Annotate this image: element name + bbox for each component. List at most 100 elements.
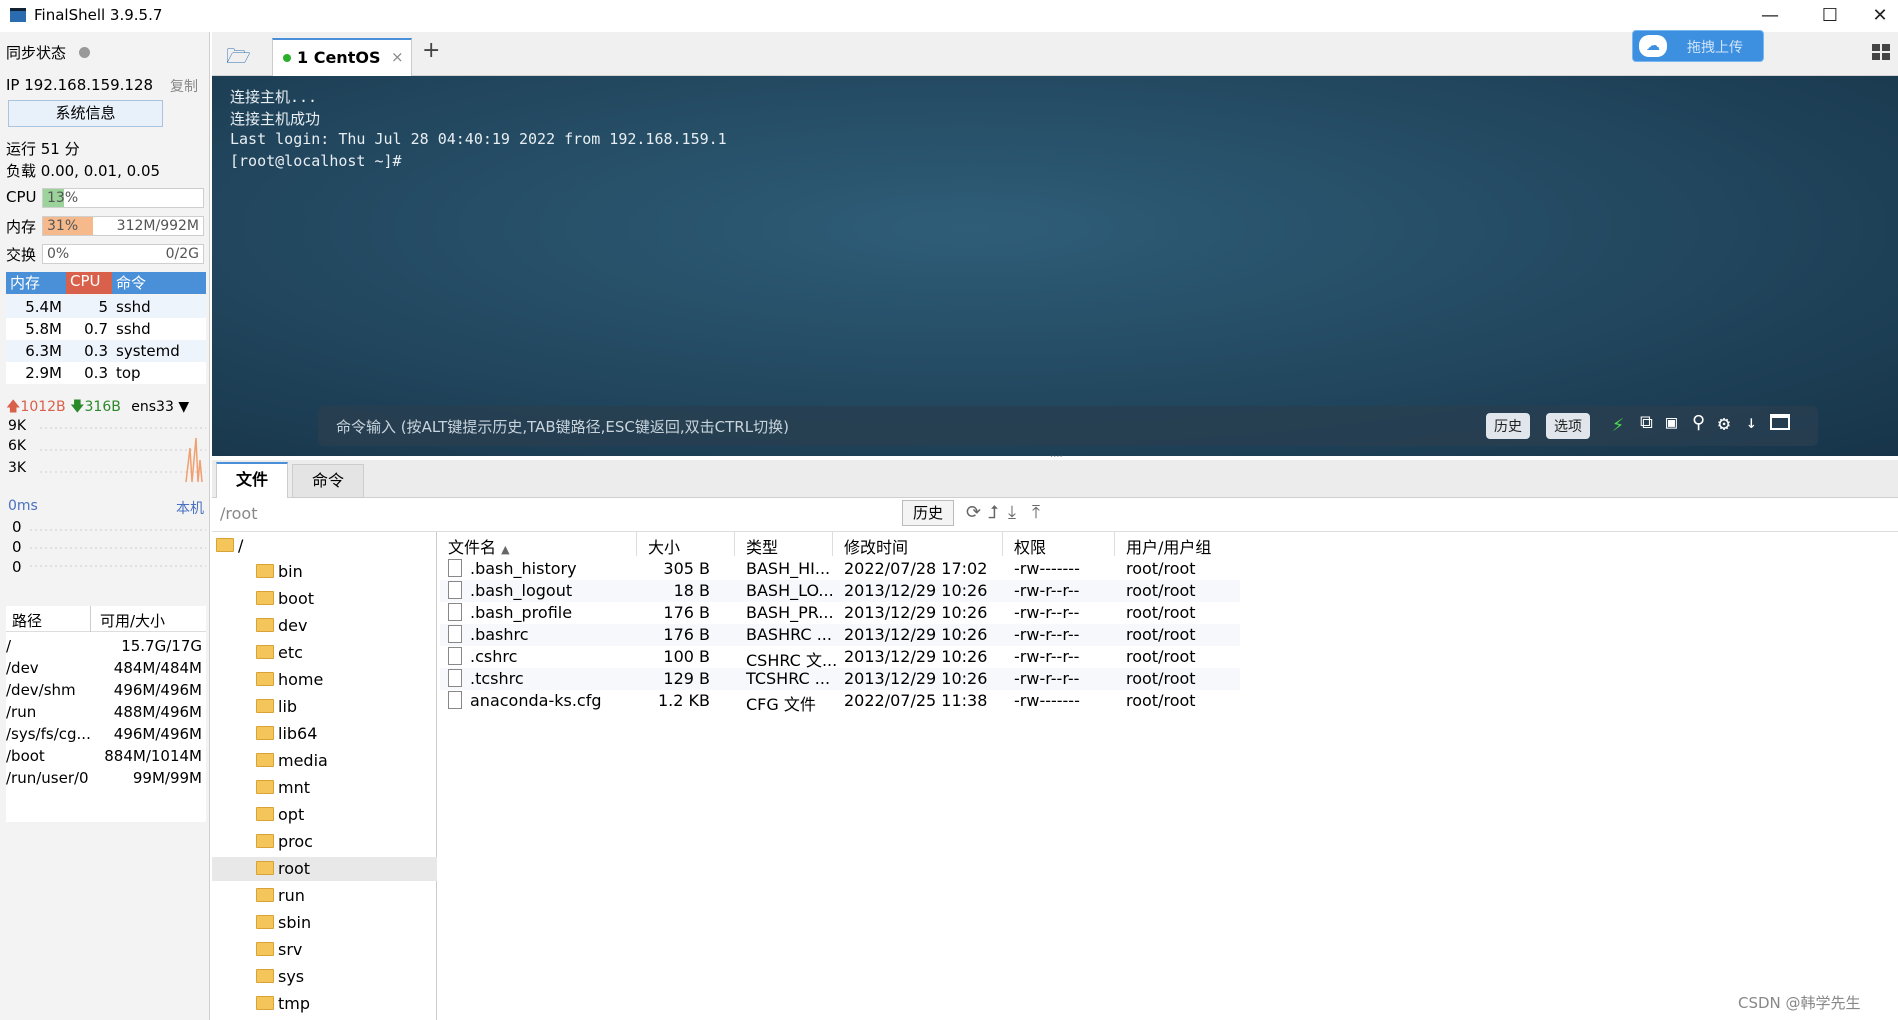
file-name: .tcshrc [470, 669, 524, 688]
tree-item[interactable]: opt [242, 803, 437, 827]
system-info-button[interactable]: 系统信息 [8, 100, 163, 127]
file-type: BASH_PR... [746, 603, 834, 622]
col-perm[interactable]: 权限 [1014, 534, 1046, 558]
minimize-button[interactable]: — [1750, 4, 1790, 28]
proc-col-cmd[interactable]: 命令 [112, 272, 206, 294]
upload-icon[interactable]: ⤒ [1032, 502, 1040, 523]
tree-item[interactable]: srv [242, 938, 437, 962]
disk-row[interactable]: /run 488M/496M [6, 702, 206, 724]
tab-close-icon[interactable]: × [391, 48, 404, 66]
history-button[interactable]: 历史 [1486, 413, 1530, 439]
tab-files[interactable]: 文件 [216, 462, 288, 498]
proc-col-mem[interactable]: 内存 [6, 272, 66, 294]
path-input[interactable]: /root [220, 504, 257, 523]
refresh-icon[interactable]: ⟳ [966, 502, 981, 523]
gear-icon[interactable]: ⚙ [1718, 411, 1730, 435]
tree-item[interactable]: bin [242, 560, 437, 584]
arrow-down-icon[interactable]: ↓ [1746, 412, 1757, 433]
tree-item[interactable]: mnt [242, 776, 437, 800]
maximize-button[interactable]: ☐ [1810, 4, 1850, 28]
proc-cpu: 5 [98, 298, 108, 316]
col-owner[interactable]: 用户/用户组 [1126, 534, 1211, 558]
disk-row[interactable]: /run/user/0 99M/99M [6, 768, 206, 790]
copy-ip-button[interactable]: 复制 [170, 76, 198, 96]
disk-row[interactable]: /dev/shm 496M/496M [6, 680, 206, 702]
path-history-button[interactable]: 历史 [902, 500, 954, 526]
window-icon[interactable] [1770, 414, 1790, 430]
directory-tree: / bin boot dev etc home lib lib64 media … [212, 532, 437, 1020]
disk-row[interactable]: /dev 484M/484M [6, 658, 206, 680]
tree-item[interactable]: dev [242, 614, 437, 638]
file-row[interactable]: .tcshrc 129 B TCSHRC ... 2013/12/29 10:26 -r… [440, 668, 1240, 690]
tree-item[interactable]: home [242, 668, 437, 692]
disk-row[interactable]: /sys/fs/cg... 496M/496M [6, 724, 206, 746]
proc-cmd: systemd [116, 342, 180, 360]
tree-item[interactable]: etc [242, 641, 437, 665]
file-mtime: 2013/12/29 10:26 [844, 647, 988, 666]
tab-commands[interactable]: 命令 [292, 464, 364, 498]
lightning-icon[interactable]: ⚡ [1612, 412, 1624, 436]
tree-label: etc [278, 643, 303, 662]
download-icon[interactable]: ⤓ [1008, 502, 1016, 523]
tree-item[interactable]: sbin [242, 911, 437, 935]
tree-item[interactable]: boot [242, 587, 437, 611]
proc-col-cpu[interactable]: CPU [66, 272, 112, 294]
tree-item[interactable]: tmp [242, 992, 437, 1016]
file-icon [448, 603, 462, 621]
net-interface[interactable]: ens33 [131, 399, 174, 415]
file-mtime: 2022/07/28 17:02 [844, 559, 988, 578]
process-row[interactable]: 2.9M 0.3 top [6, 362, 206, 384]
tree-item[interactable]: lib [242, 695, 437, 719]
folder-icon [256, 753, 274, 767]
file-row[interactable]: .bash_logout 18 B BASH_LO... 2013/12/29 10:… [440, 580, 1240, 602]
tree-root[interactable]: / [212, 534, 407, 558]
file-row[interactable]: .cshrc 100 B CSHRC 文... 2013/12/29 10:26 -rw… [440, 646, 1240, 670]
file-row[interactable]: .bash_history 305 B BASH_HI... 2022/07/28 1… [440, 558, 1240, 580]
folder-open-icon[interactable]: 🗁 [226, 42, 254, 68]
disk-row[interactable]: / 15.7G/17G [6, 636, 206, 658]
disk-row[interactable]: /boot 884M/1014M [6, 746, 206, 768]
tab-centos[interactable]: 1 CentOS × [272, 38, 412, 76]
file-row[interactable]: .bash_profile 176 B BASH_PR... 2013/12/29 1… [440, 602, 1240, 624]
options-button[interactable]: 选项 [1546, 413, 1590, 439]
process-row[interactable]: 5.8M 0.7 sshd [6, 318, 206, 340]
file-name: .bashrc [470, 625, 529, 644]
cloud-icon: ☁ [1639, 35, 1667, 57]
tree-item-selected[interactable]: root [212, 857, 437, 881]
ping-host[interactable]: 本机 [176, 498, 204, 518]
col-size[interactable]: 大小 [648, 534, 680, 558]
folder-icon [256, 564, 274, 578]
col-name[interactable]: 文件名 ▲ [448, 534, 510, 558]
col-type[interactable]: 类型 [746, 534, 778, 558]
tree-label: / [238, 536, 244, 555]
drag-upload-button[interactable]: ☁ 拖拽上传 [1632, 30, 1764, 62]
copy-icon[interactable]: ⧉ [1640, 412, 1653, 433]
file-owner: root/root [1126, 647, 1196, 666]
file-mtime: 2013/12/29 10:26 [844, 669, 988, 688]
paste-icon[interactable]: ▣ [1666, 412, 1677, 433]
disk-col-size[interactable]: 可用/大小 [100, 610, 165, 631]
tree-item[interactable]: run [242, 884, 437, 908]
file-row[interactable]: .bashrc 176 B BASHRC ... 2013/12/29 10:26 -r… [440, 624, 1240, 646]
search-icon[interactable]: ⚲ [1692, 412, 1705, 433]
add-tab-button[interactable]: + [422, 38, 440, 63]
col-mtime[interactable]: 修改时间 [844, 534, 908, 558]
net-tick: 6K [8, 438, 27, 454]
disk-col-path[interactable]: 路径 [12, 610, 42, 631]
chevron-down-icon[interactable]: ▼ [178, 399, 189, 415]
terminal[interactable]: 连接主机... 连接主机成功 Last login: Thu Jul 28 04… [212, 76, 1898, 456]
folder-icon [256, 591, 274, 605]
layout-grid-icon[interactable] [1872, 44, 1892, 62]
parent-dir-icon[interactable]: ⮥ [988, 502, 999, 523]
tree-item[interactable]: lib64 [242, 722, 437, 746]
file-row[interactable]: anaconda-ks.cfg 1.2 KB CFG 文件 2022/07/25 11… [440, 690, 1240, 714]
tree-item[interactable]: sys [242, 965, 437, 989]
tree-item[interactable]: proc [242, 830, 437, 854]
mem-usage: 312M/992M [116, 218, 199, 234]
process-row[interactable]: 5.4M 5 sshd [6, 296, 206, 318]
tree-item[interactable]: media [242, 749, 437, 773]
file-owner: root/root [1126, 581, 1196, 600]
process-row[interactable]: 6.3M 0.3 systemd [6, 340, 206, 362]
close-button[interactable]: ✕ [1860, 4, 1898, 28]
command-input[interactable]: 命令输入 (按ALT键提示历史,TAB键路径,ESC键返回,双击CTRL切换) [336, 416, 789, 437]
